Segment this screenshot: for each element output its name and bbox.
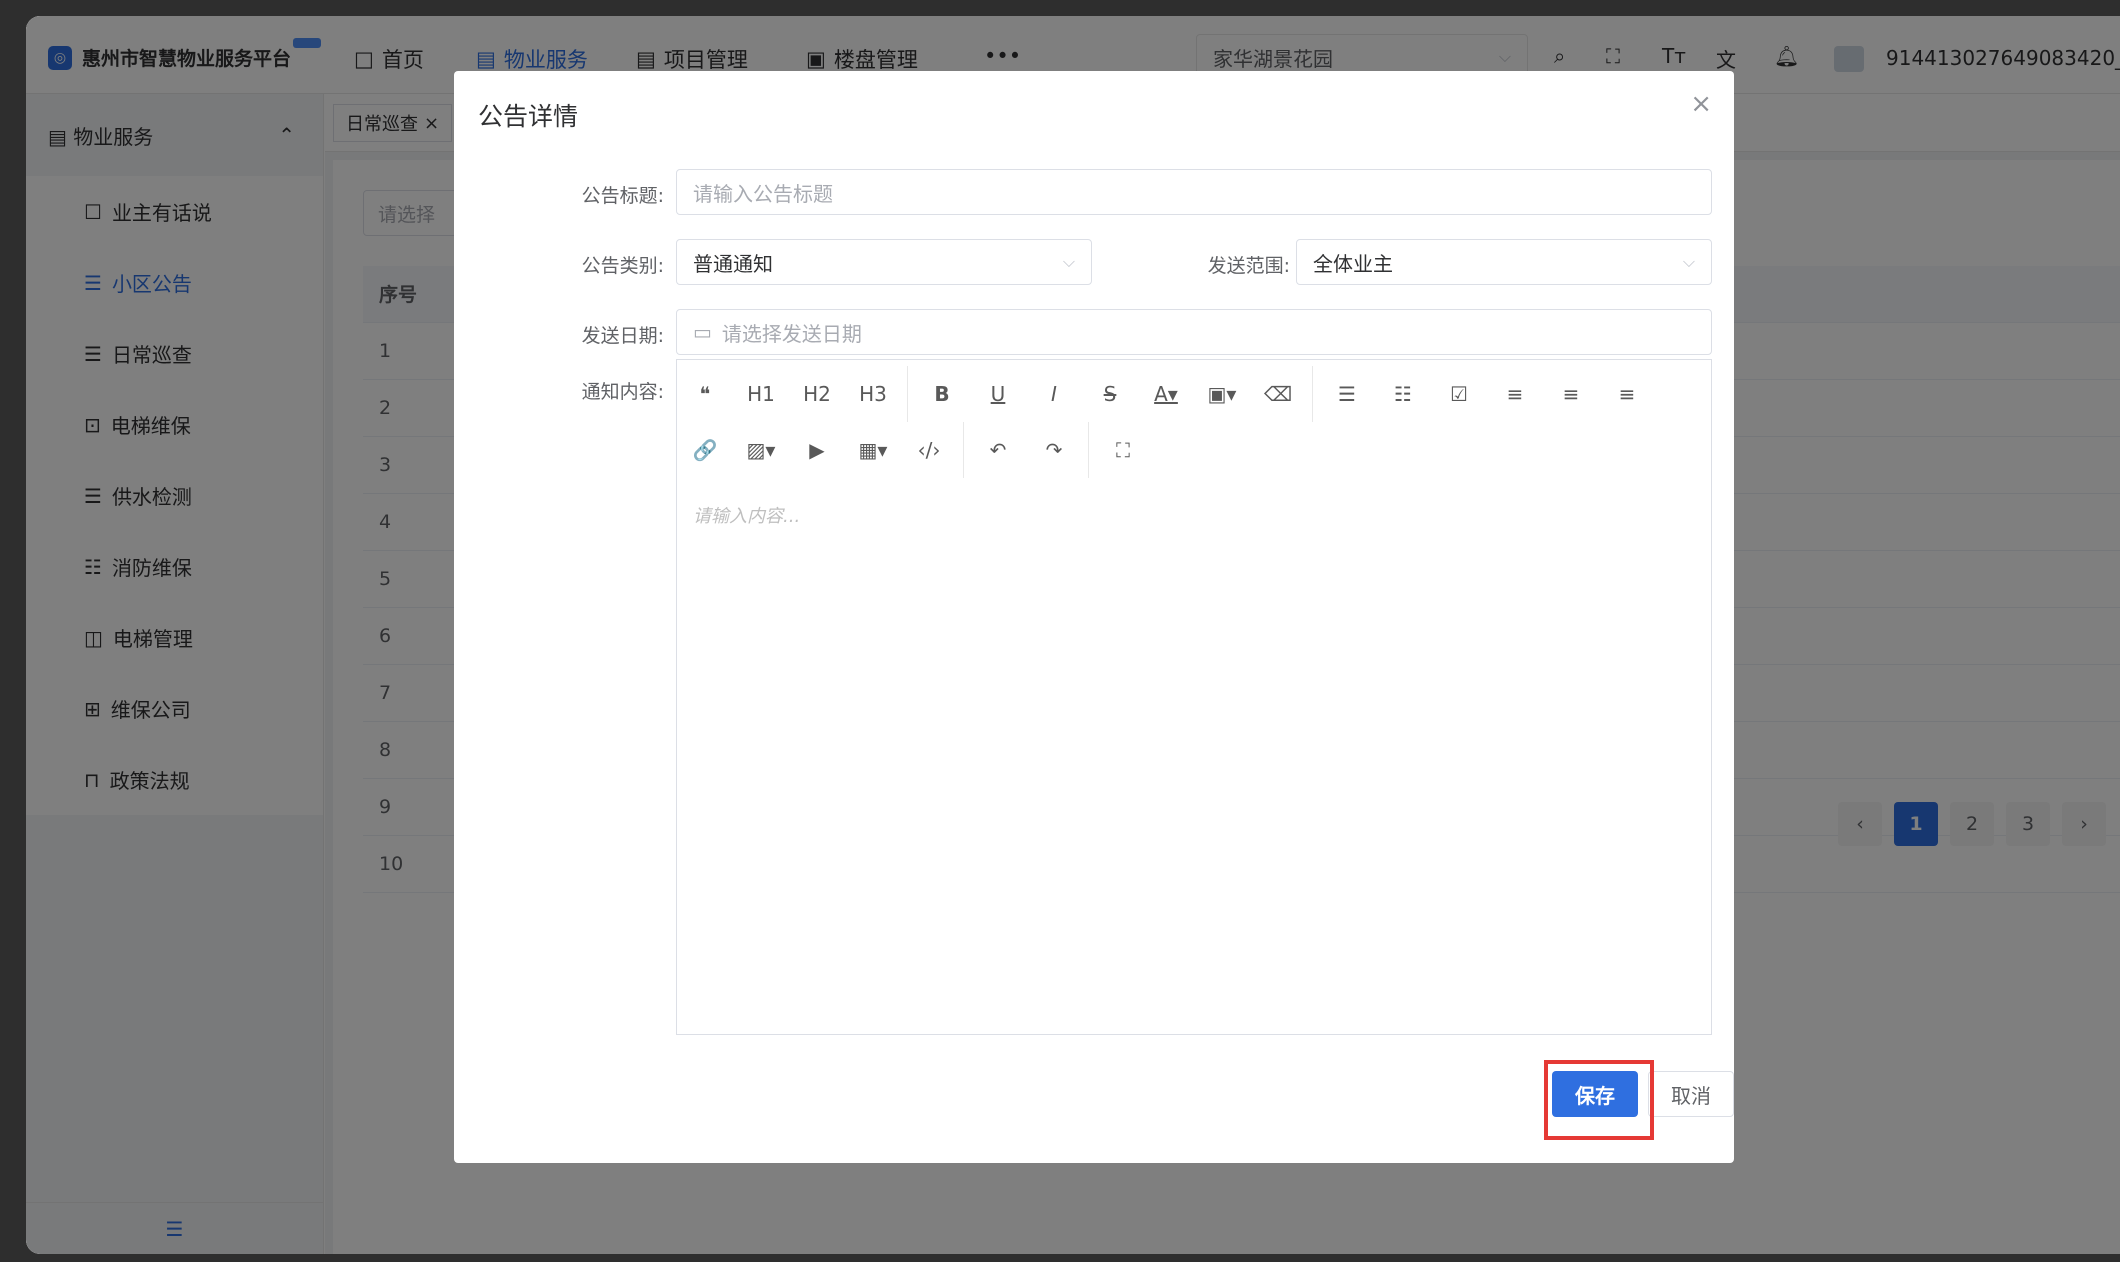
heading1-button[interactable]: H1 <box>733 374 789 414</box>
type-select[interactable]: 普通通知 ⌵ <box>676 239 1092 285</box>
calendar-icon: ▭ <box>693 320 712 344</box>
toolbar-divider <box>1312 366 1313 422</box>
cancel-button[interactable]: 取消 <box>1648 1071 1734 1117</box>
title-label: 公告标题: <box>581 185 664 207</box>
redo-icon[interactable]: ↷ <box>1026 430 1082 470</box>
content-label: 通知内容: <box>581 381 664 403</box>
type-value: 普通通知 <box>693 251 773 276</box>
font-color-icon[interactable]: A▾ <box>1138 374 1194 414</box>
content-placeholder: 请输入内容... <box>693 506 801 527</box>
heading2-button[interactable]: H2 <box>789 374 845 414</box>
toolbar-divider <box>907 366 908 422</box>
title-input[interactable]: 请输入公告标题 <box>676 169 1712 215</box>
align-right-icon[interactable]: ≡ <box>1599 374 1655 414</box>
align-center-icon[interactable]: ≡ <box>1543 374 1599 414</box>
todo-icon[interactable]: ☑ <box>1431 374 1487 414</box>
code-icon[interactable]: ‹/› <box>901 430 957 470</box>
background-color-icon[interactable]: ▣▾ <box>1194 374 1250 414</box>
rich-text-editor[interactable]: ❝ H1 H2 H3 B U I S A▾ ▣▾ ⌫ ☰ ☷ ☑ ≡ ≡ ≡ 🔗… <box>676 359 1712 1035</box>
type-label: 公告类别: <box>581 255 664 277</box>
highlight-box <box>1544 1060 1654 1140</box>
bullet-list-icon[interactable]: ☰ <box>1319 374 1375 414</box>
toolbar-divider <box>1088 422 1089 478</box>
link-icon[interactable]: 🔗 <box>677 430 733 470</box>
editor-toolbar-row-1: ❝ H1 H2 H3 B U I S A▾ ▣▾ ⌫ ☰ ☷ ☑ ≡ ≡ ≡ <box>677 366 1655 422</box>
toolbar-divider <box>963 422 964 478</box>
dialog-title: 公告详情 <box>478 102 579 131</box>
chevron-down-icon: ⌵ <box>1682 252 1695 271</box>
close-icon[interactable]: × <box>1690 89 1712 119</box>
date-label: 发送日期: <box>581 325 664 347</box>
heading3-button[interactable]: H3 <box>845 374 901 414</box>
align-left-icon[interactable]: ≡ <box>1487 374 1543 414</box>
app-screen: ◎ 惠州市智慧物业服务平台 □首页 ▤物业服务 ▤项目管理 ▣楼盘管理 ••• … <box>26 16 2120 1254</box>
date-placeholder: 请选择发送日期 <box>721 321 862 346</box>
video-icon[interactable]: ▶ <box>789 430 845 470</box>
quote-icon[interactable]: ❝ <box>677 374 733 414</box>
undo-icon[interactable]: ↶ <box>970 430 1026 470</box>
fullscreen-icon[interactable]: ⛶ <box>1095 430 1151 470</box>
strikethrough-icon[interactable]: S <box>1082 374 1138 414</box>
underline-icon[interactable]: U <box>970 374 1026 414</box>
numbered-list-icon[interactable]: ☷ <box>1375 374 1431 414</box>
image-icon[interactable]: ▨▾ <box>733 430 789 470</box>
scope-select[interactable]: 全体业主 ⌵ <box>1296 239 1712 285</box>
editor-toolbar-row-2: 🔗 ▨▾ ▶ ▦▾ ‹/› ↶ ↷ ⛶ <box>677 422 1151 478</box>
italic-icon[interactable]: I <box>1026 374 1082 414</box>
table-icon[interactable]: ▦▾ <box>845 430 901 470</box>
chevron-down-icon: ⌵ <box>1062 252 1075 271</box>
date-picker[interactable]: ▭ 请选择发送日期 <box>676 309 1712 355</box>
scope-value: 全体业主 <box>1313 251 1393 276</box>
scope-label: 发送范围: <box>1207 255 1290 277</box>
clear-format-icon[interactable]: ⌫ <box>1250 374 1306 414</box>
notice-detail-dialog: 公告详情 × 公告标题: 请输入公告标题 公告类别: 普通通知 ⌵ 发送范围: 全… <box>454 71 1734 1163</box>
title-placeholder: 请输入公告标题 <box>693 181 833 206</box>
bold-icon[interactable]: B <box>914 374 970 414</box>
